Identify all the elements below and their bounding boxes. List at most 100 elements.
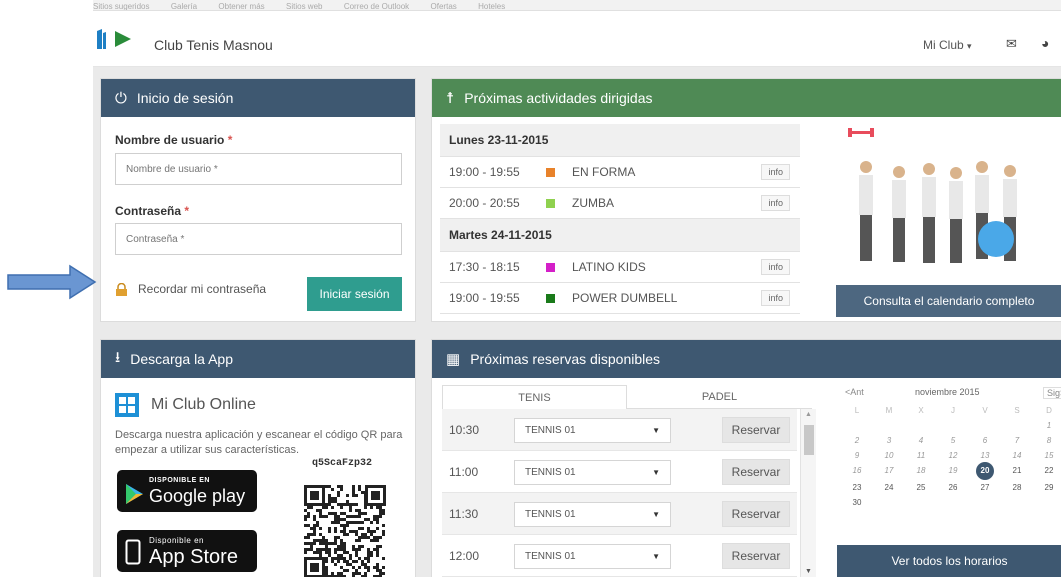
remember-password-toggle[interactable]: Recordar mi contraseña <box>115 282 266 296</box>
username-input[interactable] <box>115 153 402 185</box>
chevron-down-icon: ▾ <box>967 41 972 51</box>
figure-icon: ☨ <box>446 90 455 107</box>
calendar-day: 17 <box>884 466 894 475</box>
calendar-day[interactable]: 30 <box>841 495 873 510</box>
mi-club-menu[interactable]: Mi Club ▾ <box>923 38 972 52</box>
court-select[interactable]: TENNIS 01 ▼ <box>514 460 671 485</box>
bookmark[interactable]: Obtener más <box>218 2 264 11</box>
calendar-day[interactable]: 20 <box>976 462 994 480</box>
day-header: Lunes 23-11-2015 <box>440 124 800 157</box>
weekday-label: X <box>918 406 924 415</box>
info-button[interactable]: info <box>761 259 790 275</box>
caret-down-icon: ▼ <box>652 552 660 561</box>
calendar-day: 3 <box>886 436 892 445</box>
reservation-row: 11:30 TENNIS 01 ▼ Reservar <box>442 493 797 535</box>
globe-icon[interactable]: ◕ <box>1041 35 1049 51</box>
calendar-empty-cell <box>905 418 937 433</box>
reserve-button[interactable]: Reservar <box>722 501 790 527</box>
reserve-button[interactable]: Reservar <box>722 543 790 569</box>
fitness-group-image <box>848 128 1017 263</box>
login-title: Inicio de sesión <box>136 90 234 106</box>
court-select[interactable]: TENNIS 01 ▼ <box>514 418 671 443</box>
login-button[interactable]: Iniciar sesión <box>307 277 402 311</box>
activity-time: 17:30 - 18:15 <box>449 260 520 274</box>
calendar-day[interactable]: 27 <box>969 480 1001 495</box>
court-select[interactable]: TENNIS 01 ▼ <box>514 502 671 527</box>
info-button[interactable]: info <box>761 164 790 180</box>
qr-code-image <box>304 485 386 577</box>
activity-time: 20:00 - 20:55 <box>449 196 520 210</box>
calendar-day: 7 <box>1014 436 1020 445</box>
calendar-next-button[interactable]: Sig> <box>1043 387 1061 399</box>
calendar-day[interactable]: 24 <box>873 480 905 495</box>
activity-row: 19:00 - 19:55 POWER DUMBELL info <box>440 283 800 314</box>
club-name[interactable]: Club Tenis Masnou <box>154 37 273 53</box>
bookmark[interactable]: Hoteles <box>478 2 505 11</box>
reservations-panel: ▦ Próximas reservas disponibles TENIS PA… <box>431 339 1061 577</box>
calendar-day[interactable]: 26 <box>937 480 969 495</box>
activity-row: 20:00 - 20:55 ZUMBA info <box>440 188 800 219</box>
app-store-button[interactable]: Disponible en App Store <box>117 530 257 572</box>
calendar-day: 16 <box>852 466 862 475</box>
calendar-day: 15 <box>1044 451 1054 460</box>
tab-tenis[interactable]: TENIS <box>442 385 627 409</box>
activity-time: 19:00 - 19:55 <box>449 165 520 179</box>
reservation-time: 11:30 <box>449 506 479 521</box>
calendar-empty-cell <box>937 418 969 433</box>
activity-color-swatch <box>546 293 555 303</box>
weekday-label: J <box>951 406 955 415</box>
reservation-time: 10:30 <box>449 422 480 437</box>
activities-title: Próximas actividades dirigidas <box>464 90 653 106</box>
info-button[interactable]: info <box>761 195 790 211</box>
calendar-day: 12 <box>948 451 958 460</box>
calendar-prev-button[interactable]: <Ant <box>845 387 864 397</box>
calendar-day[interactable]: 29 <box>1033 480 1061 495</box>
activity-color-swatch <box>546 198 555 208</box>
calendar-day[interactable]: 22 <box>1033 463 1061 478</box>
browser-favorites-bar: Sitios sugeridos Galería Obtener más Sit… <box>93 0 1061 11</box>
reservation-row: 10:30 TENNIS 01 ▼ Reservar <box>442 409 797 451</box>
bookmark[interactable]: Galería <box>171 2 197 11</box>
bookmark[interactable]: Correo de Outlook <box>344 2 409 11</box>
google-play-button[interactable]: DISPONIBLE EN Google play <box>117 470 257 512</box>
activity-name: ZUMBA <box>572 196 614 210</box>
full-calendar-button[interactable]: Consulta el calendario completo <box>836 285 1061 317</box>
calendar-empty-cell <box>1001 418 1033 433</box>
bookmark[interactable]: Ofertas <box>431 2 457 11</box>
calendar-day[interactable]: 25 <box>905 480 937 495</box>
weekday-label: L <box>854 406 860 415</box>
google-play-small: DISPONIBLE EN <box>149 477 210 484</box>
reservations-panel-header: ▦ Próximas reservas disponibles <box>432 340 1061 378</box>
calendar-day[interactable]: 23 <box>841 480 873 495</box>
calendar-month: noviembre 2015 <box>915 387 980 397</box>
reserve-button[interactable]: Reservar <box>722 459 790 485</box>
activity-name: POWER DUMBELL <box>572 291 678 305</box>
court-select[interactable]: TENNIS 01 ▼ <box>514 544 671 569</box>
calendar-empty-cell <box>841 418 873 433</box>
calendar-day[interactable]: 21 <box>1001 463 1033 478</box>
calendar-day: 4 <box>918 436 924 445</box>
scroll-thumb <box>804 425 814 455</box>
all-schedules-button[interactable]: Ver todos los horarios <box>837 545 1061 577</box>
calendar-day: 13 <box>980 451 990 460</box>
envelope-icon[interactable]: ✉ <box>1006 36 1017 52</box>
info-button[interactable]: info <box>761 290 790 306</box>
calendar-day: 9 <box>854 451 860 460</box>
mini-calendar: <Ant noviembre 2015 Sig> LMXJVSD12345678… <box>837 387 1061 510</box>
bookmark[interactable]: Sitios web <box>286 2 322 11</box>
login-panel-header: ⏻ Inicio de sesión <box>101 79 415 117</box>
bookmark[interactable]: Sitios sugeridos <box>93 2 149 11</box>
reserve-button[interactable]: Reservar <box>722 417 790 443</box>
reservation-time: 12:00 <box>449 548 480 563</box>
club-logo-icon[interactable] <box>95 27 135 51</box>
activity-row: 17:30 - 18:15 LATINO KIDS info <box>440 252 800 283</box>
calendar-day[interactable]: 28 <box>1001 480 1033 495</box>
calendar-day: 6 <box>982 436 988 445</box>
reservation-scrollbar[interactable]: ▲ ▼ <box>800 409 816 577</box>
tab-padel[interactable]: PADEL <box>627 385 812 409</box>
day-header: Martes 24-11-2015 <box>440 219 800 252</box>
mi-club-label: Mi Club <box>923 38 964 52</box>
activity-name: LATINO KIDS <box>572 260 646 274</box>
weekday-label: D <box>1046 406 1052 415</box>
password-input[interactable] <box>115 223 402 255</box>
